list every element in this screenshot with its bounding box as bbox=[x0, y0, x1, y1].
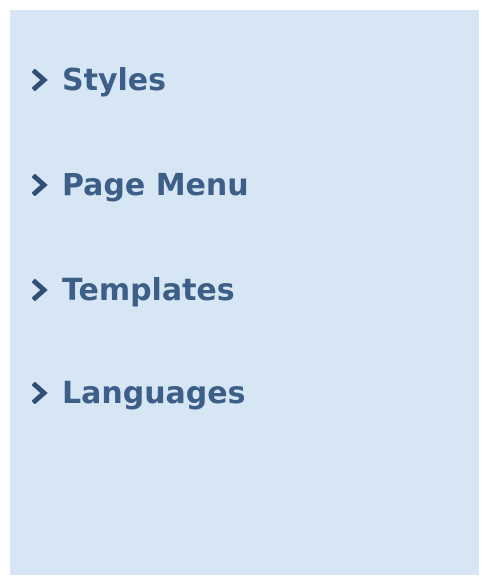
menu-item-label: Languages bbox=[62, 375, 246, 411]
chevron-right-icon bbox=[31, 173, 48, 197]
menu-item-templates[interactable]: Templates bbox=[31, 268, 235, 312]
menu-item-languages[interactable]: Languages bbox=[31, 371, 246, 415]
menu-item-page-menu[interactable]: Page Menu bbox=[31, 163, 249, 207]
chevron-right-icon bbox=[31, 381, 48, 405]
menu-item-label: Templates bbox=[62, 272, 235, 308]
chevron-right-icon bbox=[31, 278, 48, 302]
chevron-right-icon bbox=[31, 68, 48, 92]
side-menu-panel: Styles Page Menu Templates Languages bbox=[10, 10, 479, 575]
menu-item-styles[interactable]: Styles bbox=[31, 58, 166, 102]
menu-item-label: Styles bbox=[62, 62, 166, 98]
menu-item-label: Page Menu bbox=[62, 167, 249, 203]
